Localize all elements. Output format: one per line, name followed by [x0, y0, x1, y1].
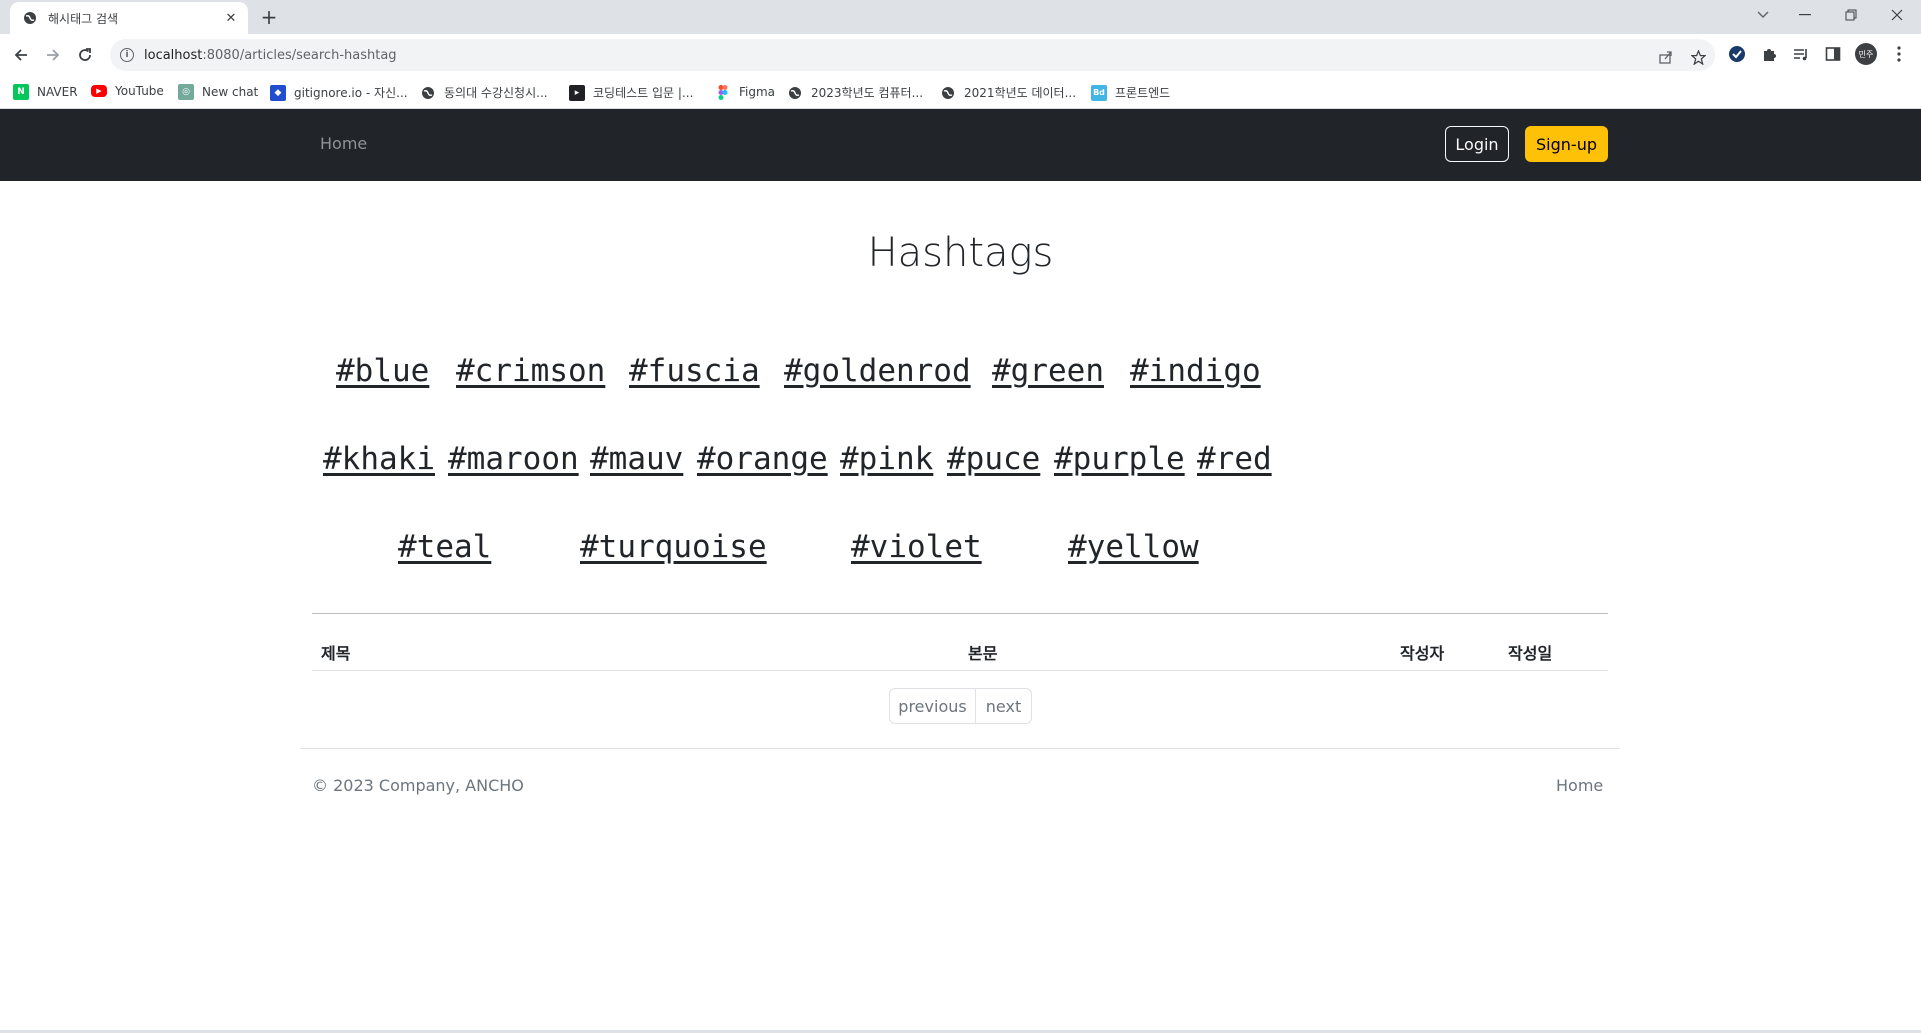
- bookmark-label: gitignore.io - 자신...: [294, 86, 408, 100]
- hashtag-link[interactable]: #yellow: [1068, 529, 1199, 565]
- nav-home-link[interactable]: Home: [320, 134, 367, 153]
- globe-icon: [22, 10, 38, 26]
- bookmark-coding-test[interactable]: ▸ 코딩테스트 입문 |...: [569, 84, 693, 101]
- tab-title: 해시태그 검색: [48, 11, 119, 26]
- column-header-title[interactable]: 제목: [321, 640, 350, 664]
- hashtag-link[interactable]: #maroon: [448, 441, 579, 477]
- column-header-content[interactable]: 본문: [968, 640, 997, 664]
- bookmark-figma[interactable]: Figma: [715, 84, 775, 100]
- next-page-button[interactable]: next: [976, 688, 1032, 724]
- programmers-icon: ▸: [569, 84, 585, 101]
- reload-icon[interactable]: [72, 43, 98, 67]
- previous-page-button[interactable]: previous: [889, 688, 976, 724]
- footer-divider: [300, 748, 1620, 749]
- footer-home-link[interactable]: Home: [1556, 776, 1603, 795]
- bookmarks-bar: N NAVER ▶ YouTube ◎ New chat ◆ gitignore…: [0, 76, 1921, 109]
- figma-icon: [715, 84, 731, 100]
- bookmark-label: NAVER: [37, 85, 78, 99]
- minimize-icon[interactable]: [1790, 4, 1820, 26]
- hashtag-link[interactable]: #khaki: [323, 441, 435, 477]
- reading-list-icon[interactable]: [1791, 44, 1811, 64]
- tab-search-icon[interactable]: [1748, 4, 1778, 26]
- page-title: Hashtags: [867, 230, 1054, 276]
- url-text: localhost:8080/articles/search-hashtag: [144, 48, 397, 63]
- browser-tabstrip: 해시태그 검색 ✕ +: [0, 0, 1921, 34]
- hashtag-link[interactable]: #indigo: [1130, 353, 1261, 389]
- signup-button[interactable]: Sign-up: [1525, 126, 1608, 162]
- browser-toolbar: i localhost:8080/articles/search-hashtag…: [0, 34, 1921, 76]
- bookmark-label: YouTube: [115, 84, 164, 98]
- hashtag-link[interactable]: #puce: [947, 441, 1040, 477]
- hashtag-link[interactable]: #orange: [697, 441, 828, 477]
- bookmark-deu-registration[interactable]: 동의대 수강신청시...: [420, 84, 548, 101]
- new-tab-button[interactable]: +: [258, 5, 280, 29]
- close-tab-icon[interactable]: ✕: [222, 9, 240, 27]
- bookmark-youtube[interactable]: ▶ YouTube: [91, 84, 164, 98]
- restore-icon[interactable]: [1836, 4, 1866, 26]
- bookmark-label: 2023학년도 컴퓨터...: [811, 86, 924, 100]
- globe-icon: [940, 85, 956, 101]
- extensions-puzzle-icon[interactable]: [1759, 44, 1779, 64]
- side-panel-icon[interactable]: [1823, 44, 1843, 64]
- close-window-icon[interactable]: [1882, 4, 1912, 26]
- hashtag-link[interactable]: #green: [992, 353, 1104, 389]
- bd-icon: Bd: [1091, 84, 1107, 101]
- bookmark-naver[interactable]: N NAVER: [13, 84, 78, 100]
- column-header-created[interactable]: 작성일: [1508, 640, 1552, 664]
- extension-check-icon[interactable]: [1727, 44, 1747, 64]
- hashtag-link[interactable]: #teal: [398, 529, 491, 565]
- bookmark-gitignore[interactable]: ◆ gitignore.io - 자신...: [270, 84, 408, 101]
- hashtag-link[interactable]: #violet: [851, 529, 982, 565]
- bookmark-label: 프론트엔드: [1115, 86, 1171, 100]
- browser-tab[interactable]: 해시태그 검색 ✕: [10, 2, 248, 34]
- bookmark-label: New chat: [202, 85, 259, 99]
- url-host: localhost: [144, 47, 203, 63]
- chatgpt-icon: ◎: [178, 84, 194, 100]
- naver-icon: N: [13, 84, 29, 100]
- column-header-author[interactable]: 작성자: [1400, 640, 1444, 664]
- bookmark-label: 2021학년도 데이터...: [964, 86, 1077, 100]
- hashtag-link[interactable]: #blue: [336, 353, 429, 389]
- table-header-border: [312, 670, 1608, 671]
- hashtag-link[interactable]: #goldenrod: [784, 353, 971, 389]
- table-top-border: [312, 613, 1608, 614]
- hashtag-link[interactable]: #crimson: [456, 353, 605, 389]
- hashtag-link[interactable]: #purple: [1054, 441, 1185, 477]
- login-button[interactable]: Login: [1445, 126, 1509, 162]
- url-path: :8080/articles/search-hashtag: [202, 47, 397, 63]
- site-info-icon[interactable]: i: [120, 48, 134, 62]
- back-arrow-icon[interactable]: [8, 43, 34, 67]
- globe-icon: [787, 85, 803, 101]
- bookmark-new-chat[interactable]: ◎ New chat: [178, 84, 258, 100]
- share-icon[interactable]: [1657, 48, 1675, 66]
- globe-icon: [420, 85, 436, 101]
- more-menu-icon[interactable]: [1889, 44, 1909, 64]
- bookmark-star-icon[interactable]: [1689, 48, 1707, 66]
- profile-avatar[interactable]: 민주: [1855, 43, 1877, 65]
- footer-copyright: © 2023 Company, ANCHO: [312, 776, 524, 795]
- gitignore-icon: ◆: [270, 84, 286, 101]
- hashtag-link[interactable]: #red: [1197, 441, 1272, 477]
- bookmark-2021-data[interactable]: 2021학년도 데이터...: [940, 84, 1076, 101]
- address-bar[interactable]: i localhost:8080/articles/search-hashtag: [110, 39, 1715, 71]
- bookmark-2023-computer[interactable]: 2023학년도 컴퓨터...: [787, 84, 923, 101]
- hashtag-link[interactable]: #pink: [840, 441, 933, 477]
- site-navbar: Home Login Sign-up: [0, 109, 1921, 181]
- hashtag-link[interactable]: #mauv: [590, 441, 683, 477]
- bookmark-label: 동의대 수강신청시...: [444, 86, 548, 100]
- forward-arrow-icon[interactable]: [40, 43, 66, 67]
- bookmark-frontend[interactable]: Bd 프론트엔드: [1091, 84, 1170, 101]
- bookmark-label: Figma: [739, 85, 776, 99]
- hashtag-link[interactable]: #turquoise: [580, 529, 767, 565]
- bookmark-label: 코딩테스트 입문 |...: [593, 86, 694, 100]
- hashtag-link[interactable]: #fuscia: [629, 353, 760, 389]
- youtube-icon: ▶: [91, 85, 107, 97]
- pagination: previous next: [889, 688, 1032, 724]
